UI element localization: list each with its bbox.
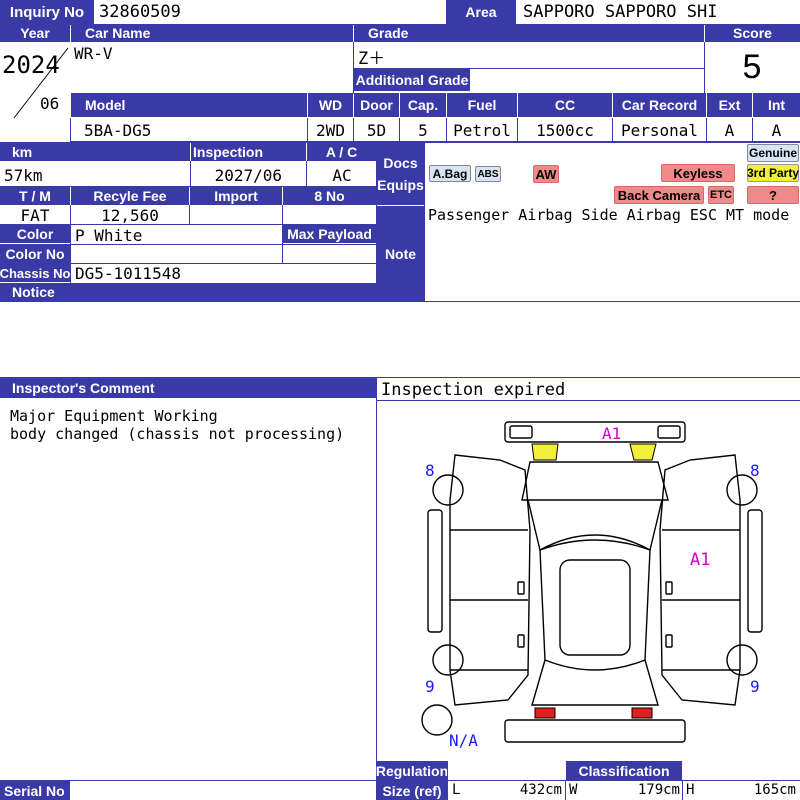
headlight-right — [629, 443, 657, 461]
recycle-fee-label: Recyle Fee — [71, 187, 189, 205]
mark-front-center: A1 — [602, 424, 622, 442]
notice-value — [4, 302, 794, 376]
grade-value: Z＋ — [358, 44, 702, 68]
additional-grade-value — [471, 70, 704, 91]
wd-label: WD — [308, 93, 353, 117]
inquiry-no-label: Inquiry No — [0, 0, 94, 24]
serial-no-label: Serial No — [0, 781, 70, 800]
serial-no-value — [72, 781, 372, 800]
year-label: Year — [0, 24, 70, 42]
docs-label: Docs — [383, 155, 418, 171]
model-value: 5BA-DG5 — [84, 119, 306, 141]
docs-equips-label: Docs Equips — [377, 143, 424, 205]
int-value: A — [753, 119, 800, 141]
ext-value: A — [707, 119, 752, 141]
car-damage-diagram — [421, 421, 763, 743]
car-record-label: Car Record — [613, 93, 706, 117]
third-party-tag: 3rd Party — [746, 164, 800, 182]
year-month: 06 — [40, 92, 68, 114]
mark-front-right: 8 — [750, 461, 760, 479]
score-value: 5 — [706, 44, 798, 90]
wd-value: 2WD — [308, 119, 353, 141]
color-no-label: Color No — [0, 245, 70, 263]
regulation-label: Regulation — [375, 761, 449, 780]
inspection-value: 2027/06 — [192, 164, 304, 186]
door-value: 5D — [354, 119, 399, 141]
size-w-value: 179cm — [588, 781, 680, 799]
classification-label: Classification — [566, 761, 682, 780]
inspection-status: Inspection expired — [381, 380, 796, 400]
chassis-no-value: DG5-1011548 — [75, 263, 375, 283]
ext-label: Ext — [707, 93, 752, 117]
additional-grade-label: Additional Grade — [354, 69, 470, 91]
door-label: Door — [354, 93, 399, 117]
inspection-label: Inspection — [191, 143, 306, 161]
aw-tag: AW — [533, 165, 559, 183]
eight-no-label: 8 No — [283, 187, 376, 205]
chassis-no-label: Chassis No — [0, 264, 71, 282]
note-label: Note — [377, 206, 424, 301]
size-w-label: W — [569, 781, 585, 799]
size-h-label: H — [686, 781, 700, 799]
int-label: Int — [753, 93, 800, 117]
car-name-value: WR-V — [74, 44, 350, 68]
abag-tag: A.Bag — [429, 165, 471, 182]
cc-value: 1500cc — [518, 119, 612, 141]
km-value: 57km — [4, 164, 188, 186]
mark-rear-right: 9 — [750, 677, 760, 695]
score-label: Score — [705, 24, 800, 42]
grade-label: Grade — [354, 24, 704, 42]
inspector-comment-label: Inspector's Comment — [0, 378, 376, 398]
mark-front-left: 8 — [425, 461, 435, 479]
inspector-comment-line-1: Major Equipment Working — [10, 407, 370, 425]
cap-value: 5 — [400, 119, 446, 141]
inspector-comment-line-2: body changed (chassis not processing) — [10, 425, 370, 443]
notice-label: Notice — [0, 283, 376, 301]
cap-label: Cap. — [400, 93, 446, 117]
ac-value: AC — [308, 164, 376, 186]
tm-value: FAT — [0, 206, 70, 224]
cc-label: CC — [518, 93, 612, 117]
import-label: Import — [190, 187, 282, 205]
area-value: SAPPORO SAPPORO SHI — [517, 1, 800, 23]
abs-tag: ABS — [475, 166, 501, 182]
genuine-tag: Genuine — [747, 144, 799, 162]
keyless-tag: Keyless — [661, 164, 735, 182]
note-value: Passenger Airbag Side Airbag ESC MT mode — [428, 205, 798, 247]
unknown-tag: ? — [747, 186, 799, 204]
fuel-label: Fuel — [447, 93, 517, 117]
taillight-right — [631, 707, 653, 719]
area-label: Area — [446, 0, 516, 24]
fuel-value: Petrol — [447, 119, 517, 141]
ac-label: A / C — [307, 143, 376, 161]
max-payload-label: Max Payload — [283, 225, 376, 243]
km-label: km — [0, 143, 190, 161]
max-payload-value — [283, 245, 376, 263]
size-l-value: 432cm — [470, 781, 562, 799]
back-camera-tag: Back Camera — [614, 186, 704, 204]
color-no-value — [71, 245, 282, 263]
classification-value — [683, 761, 798, 780]
size-l-label: L — [452, 781, 466, 799]
etc-tag: ETC — [708, 186, 734, 204]
size-h-value: 165cm — [702, 781, 796, 799]
inquiry-no-value: 32860509 — [95, 1, 445, 23]
recycle-fee-value: 12,560 — [71, 206, 189, 224]
mark-rear-left: 9 — [425, 677, 435, 695]
color-label: Color — [0, 225, 70, 243]
eight-no-value — [283, 206, 376, 224]
headlight-left — [531, 443, 559, 461]
equips-label: Equips — [377, 177, 424, 193]
import-value — [190, 206, 282, 224]
size-ref-label: Size (ref) — [377, 781, 447, 800]
car-name-label: Car Name — [71, 24, 353, 42]
model-label: Model — [71, 93, 307, 117]
car-record-value: Personal — [613, 119, 706, 141]
color-value: P White — [75, 225, 282, 245]
tm-label: T / M — [0, 187, 70, 205]
mark-right-side: A1 — [690, 550, 711, 570]
taillight-left — [534, 707, 556, 719]
mark-spare: N/A — [449, 731, 478, 749]
